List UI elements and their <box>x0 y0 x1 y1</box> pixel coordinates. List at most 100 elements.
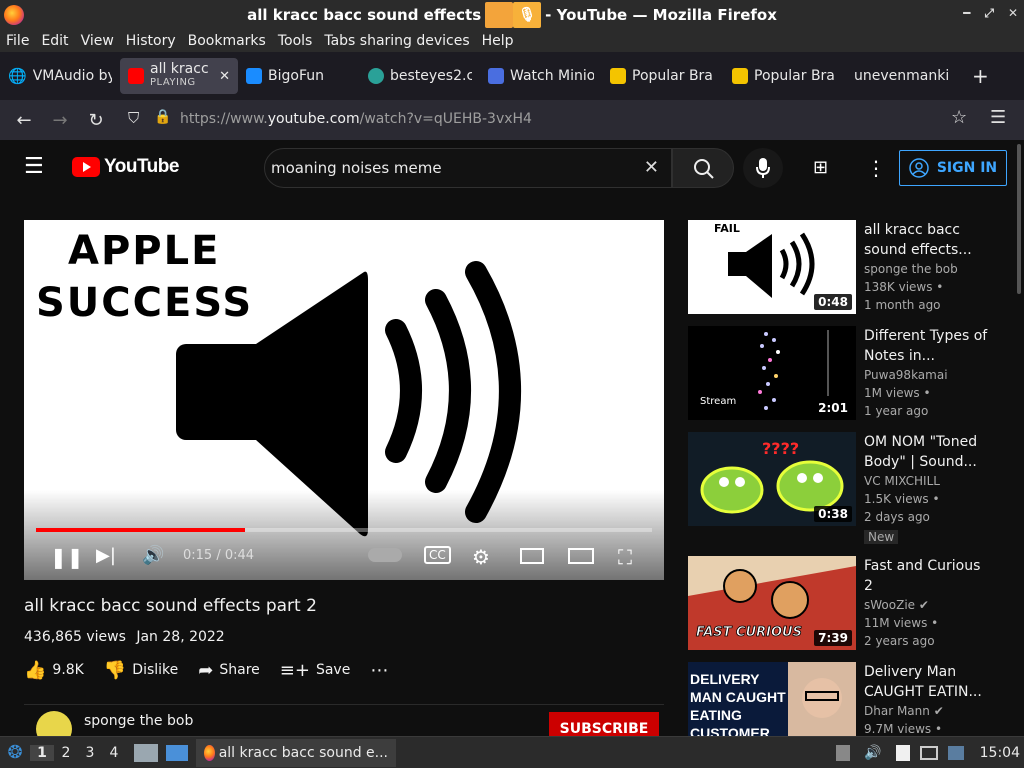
close-icon[interactable]: ✕ <box>1008 6 1018 21</box>
workspace-3[interactable]: 3 <box>78 745 102 761</box>
video-title: all kracc bacc sound effects part 2 <box>24 596 317 616</box>
recommendation-channel[interactable]: Dhar Mann ✔ <box>864 702 988 720</box>
tab-vmaudio[interactable]: 🌐 VMAudio by <box>0 58 120 94</box>
recommendation-item[interactable]: ???? 0:38 OM NOM "Toned Body" | Sound...… <box>688 432 988 544</box>
menu-view[interactable]: View <box>75 33 120 49</box>
search-button[interactable] <box>672 148 734 188</box>
taskbar-firefox-window[interactable]: all kracc bacc sound e... <box>196 738 396 767</box>
thumbs-up-icon: 👍 <box>24 659 47 681</box>
recommendation-item[interactable]: FAIL 0:48 all kracc bacc sound effects..… <box>688 220 988 316</box>
save-button[interactable]: ≡+ Save <box>280 660 351 681</box>
menu-bookmarks[interactable]: Bookmarks <box>182 33 272 49</box>
tab-unevenmankin[interactable]: unevenmankin <box>846 58 956 94</box>
workspace-4[interactable]: 4 <box>102 745 126 761</box>
new-badge: New <box>864 530 899 544</box>
recommendation-thumbnail[interactable]: ???? 0:38 <box>688 432 856 526</box>
sign-in-button[interactable]: SIGN IN <box>899 150 1007 186</box>
new-tab-icon[interactable]: + <box>972 64 989 88</box>
recommendation-age: 2 years ago <box>864 634 935 648</box>
recommendation-thumbnail[interactable]: FAST CURIOUS 7:39 <box>688 556 856 650</box>
recommendation-title[interactable]: Different Types of Notes in... <box>864 326 988 366</box>
tab-popular-2[interactable]: Popular Bra <box>724 58 846 94</box>
share-button[interactable]: ➦ Share <box>198 660 260 681</box>
window-titlebar: all kracc bacc sound effects 🎙 - YouTube… <box>0 0 1024 30</box>
progress-bar[interactable] <box>36 528 652 532</box>
tab-watch-minio[interactable]: Watch Minio <box>480 58 602 94</box>
desktop-icon[interactable] <box>166 744 188 761</box>
miniplayer-icon[interactable] <box>520 548 544 564</box>
tab-besteyes[interactable]: besteyes2.c <box>360 58 480 94</box>
workspace-2[interactable]: 2 <box>54 745 78 761</box>
recommendation-item[interactable]: FAST CURIOUS 7:39 Fast and Curious 2 sWo… <box>688 556 988 652</box>
recommendation-item[interactable]: Stream 2:01 Different Types of Notes in.… <box>688 326 988 422</box>
menu-file[interactable]: File <box>0 33 35 49</box>
fullscreen-icon[interactable]: ⛶ <box>618 545 632 569</box>
time-display: 0:15 / 0:44 <box>183 548 255 563</box>
lock-icon[interactable]: 🔒 <box>154 109 171 125</box>
menu-icon[interactable]: ☰ <box>24 154 44 179</box>
clipboard-icon[interactable] <box>836 744 851 761</box>
tab-bigofun[interactable]: BigoFun <box>238 58 360 94</box>
reload-icon[interactable]: ↻ <box>78 110 114 131</box>
menu-help[interactable]: Help <box>476 33 520 49</box>
tracking-shield-icon[interactable]: ⛉ <box>128 109 139 127</box>
voice-search-button[interactable] <box>743 148 783 188</box>
network-tray-icon[interactable] <box>947 745 964 760</box>
menu-history[interactable]: History <box>120 33 182 49</box>
thumbnail-label: DELIVERY MAN CAUGHT EATING CUSTOMER FOOD <box>690 671 786 736</box>
forward-icon[interactable]: → <box>42 110 78 131</box>
thumbnail-label: FAST CURIOUS <box>696 625 802 640</box>
recommendation-thumbnail[interactable]: DELIVERY MAN CAUGHT EATING CUSTOMER FOOD <box>688 662 856 736</box>
tab-popular-1[interactable]: Popular Bra <box>602 58 724 94</box>
recommendation-title[interactable]: OM NOM "Toned Body" | Sound... <box>864 432 988 472</box>
start-menu-icon[interactable]: ❂ <box>0 742 30 763</box>
tab-close-icon[interactable]: ✕ <box>219 69 230 84</box>
settings-gear-icon[interactable]: ⚙ <box>472 545 490 569</box>
autoplay-toggle[interactable] <box>368 548 402 562</box>
recommendation-channel[interactable]: sWooZie ✔ <box>864 596 988 614</box>
url-bar[interactable]: https://www. youtube.com/watch?v=qUEHB-3v… <box>180 104 1024 134</box>
firefox-share-icon <box>485 2 514 28</box>
page-scrollbar[interactable] <box>1014 140 1024 736</box>
settings-more-icon[interactable]: ⋮ <box>866 156 886 180</box>
file-manager-icon[interactable] <box>134 743 158 762</box>
url-path: /watch?v=qUEHB-3vxH4 <box>359 111 532 127</box>
next-icon[interactable]: ▶| <box>96 545 116 567</box>
workspace-1[interactable]: 1 <box>30 744 54 761</box>
globe-icon: 🌐 <box>8 67 27 85</box>
maximize-icon[interactable]: ⤢ <box>984 6 994 21</box>
recommendation-channel[interactable]: VC MIXCHILL <box>864 472 988 490</box>
back-icon[interactable]: ← <box>6 110 42 131</box>
notes-tray-icon[interactable] <box>895 744 910 761</box>
pause-icon[interactable]: ❚❚ <box>50 545 84 569</box>
theater-mode-icon[interactable] <box>568 548 594 564</box>
video-player[interactable]: APPLE SUCCESS ❚❚ ▶| 🔊 0:15 / 0:44 CC ⚙ ⛶ <box>24 220 664 580</box>
scrollbar-thumb[interactable] <box>1017 144 1021 294</box>
recommendation-thumbnail[interactable]: FAIL 0:48 <box>688 220 856 314</box>
menu-tools[interactable]: Tools <box>272 33 319 49</box>
recommendation-title[interactable]: Delivery Man CAUGHT EATIN... <box>864 662 988 702</box>
search-input[interactable]: moaning noises meme ✕ <box>264 148 672 188</box>
verified-icon: ✔ <box>933 704 944 718</box>
captions-icon[interactable]: CC <box>424 546 451 564</box>
recommendation-channel[interactable]: sponge the bob <box>864 260 988 278</box>
recommendation-channel[interactable]: Puwa98kamai <box>864 366 988 384</box>
volume-icon[interactable]: 🔊 <box>142 545 164 567</box>
display-tray-icon[interactable] <box>919 745 938 760</box>
apps-grid-icon[interactable]: ⊞ <box>813 157 828 178</box>
recommendation-title[interactable]: Fast and Curious 2 <box>864 556 988 596</box>
more-actions-icon[interactable]: ⋯ <box>370 660 388 681</box>
channel-name[interactable]: sponge the bob <box>84 713 193 729</box>
dislike-button[interactable]: 👎 Dislike <box>104 660 178 681</box>
clear-search-icon[interactable]: ✕ <box>644 157 659 178</box>
recommendation-title[interactable]: all kracc bacc sound effects... <box>864 220 988 260</box>
minimize-icon[interactable]: ━ <box>963 6 970 21</box>
menu-tabs-sharing[interactable]: Tabs sharing devices <box>318 33 475 49</box>
volume-tray-icon[interactable]: 🔊 <box>864 745 881 761</box>
menu-edit[interactable]: Edit <box>35 33 74 49</box>
youtube-logo[interactable]: YouTube <box>72 156 179 178</box>
tab-youtube-active[interactable]: all kracc b PLAYING ✕ <box>120 58 238 94</box>
like-button[interactable]: 👍 9.8K <box>24 660 84 681</box>
taskbar: ❂ 1 2 3 4 all kracc bacc sound e... 🔊 15… <box>0 736 1024 768</box>
recommendation-thumbnail[interactable]: Stream 2:01 <box>688 326 856 420</box>
